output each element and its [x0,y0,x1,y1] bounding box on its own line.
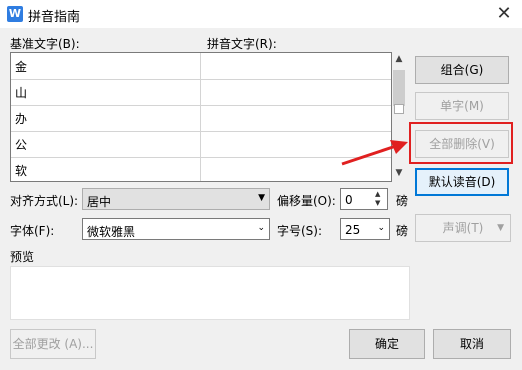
offset-spinbox[interactable]: 0 ▲ ▼ [340,188,388,210]
wps-app-icon: W [7,6,23,22]
cell-divider [200,79,201,105]
scroll-thumb[interactable] [393,70,405,106]
base-cell[interactable]: 公 [15,136,27,153]
ok-button[interactable]: 确定 [349,329,425,359]
cell-divider [200,105,201,131]
chevron-down-icon: ⌄ [257,223,265,233]
cell-divider [200,53,201,79]
base-text-label: 基准文字(B): [10,37,80,51]
cell-divider [200,157,201,181]
grid-row: 软 [11,157,391,181]
single-char-button[interactable]: 单字(M) [415,92,509,120]
highlight-box [409,122,513,164]
align-label: 对齐方式(L): [10,194,79,208]
spin-down-icon[interactable]: ▼ [375,199,380,208]
cancel-button[interactable]: 取消 [433,329,511,359]
offset-value: 0 [345,193,353,207]
annotation-arrow-icon [341,140,408,166]
apply-all-button[interactable]: 全部更改 (A)... [10,329,96,359]
close-icon[interactable]: ✕ [492,2,516,26]
grid-row: 山 [11,79,391,106]
scroll-up-icon[interactable]: ▲ [392,52,406,66]
offset-unit: 磅 [396,194,409,208]
window-title: 拼音指南 [28,10,81,25]
cell-divider [200,131,201,157]
pinyin-grid: 金 山 办 公 软 [10,52,392,182]
chevron-down-icon: ⌄ [377,223,385,233]
scroll-down-icon[interactable]: ▼ [392,166,406,180]
size-unit: 磅 [396,224,409,238]
tone-button[interactable]: 声调(T) ▼ [415,214,511,242]
scroll-position-marker [394,104,404,114]
grid-row: 金 [11,53,391,80]
preview-label: 预览 [10,250,35,264]
base-cell[interactable]: 办 [15,110,27,127]
align-select[interactable]: 居中 ▼ [82,188,270,210]
base-cell[interactable]: 金 [15,58,27,75]
grid-row: 公 [11,131,391,158]
base-cell[interactable]: 山 [15,84,27,101]
dropdown-arrow-icon: ▼ [258,193,265,203]
size-label: 字号(S): [277,224,323,238]
font-label: 字体(F): [10,224,55,238]
ruby-text-label: 拼音文字(R): [207,37,277,51]
size-select[interactable]: 25 ⌄ [340,218,390,240]
dropdown-arrow-icon: ▼ [497,223,504,233]
base-cell[interactable]: 软 [15,162,27,179]
title-bar: W 拼音指南 ✕ [0,0,522,28]
font-select[interactable]: 微软雅黑 ⌄ [82,218,270,240]
font-value: 微软雅黑 [87,225,136,239]
preview-area [10,266,410,320]
offset-label: 偏移量(O): [277,194,336,208]
size-value: 25 [345,223,361,237]
grid-row: 办 [11,105,391,132]
tone-label: 声调(T) [442,221,484,235]
group-button[interactable]: 组合(G) [415,56,509,84]
default-reading-button[interactable]: 默认读音(D) [415,168,509,196]
spin-up-icon[interactable]: ▲ [375,190,380,199]
align-value: 居中 [87,195,112,209]
